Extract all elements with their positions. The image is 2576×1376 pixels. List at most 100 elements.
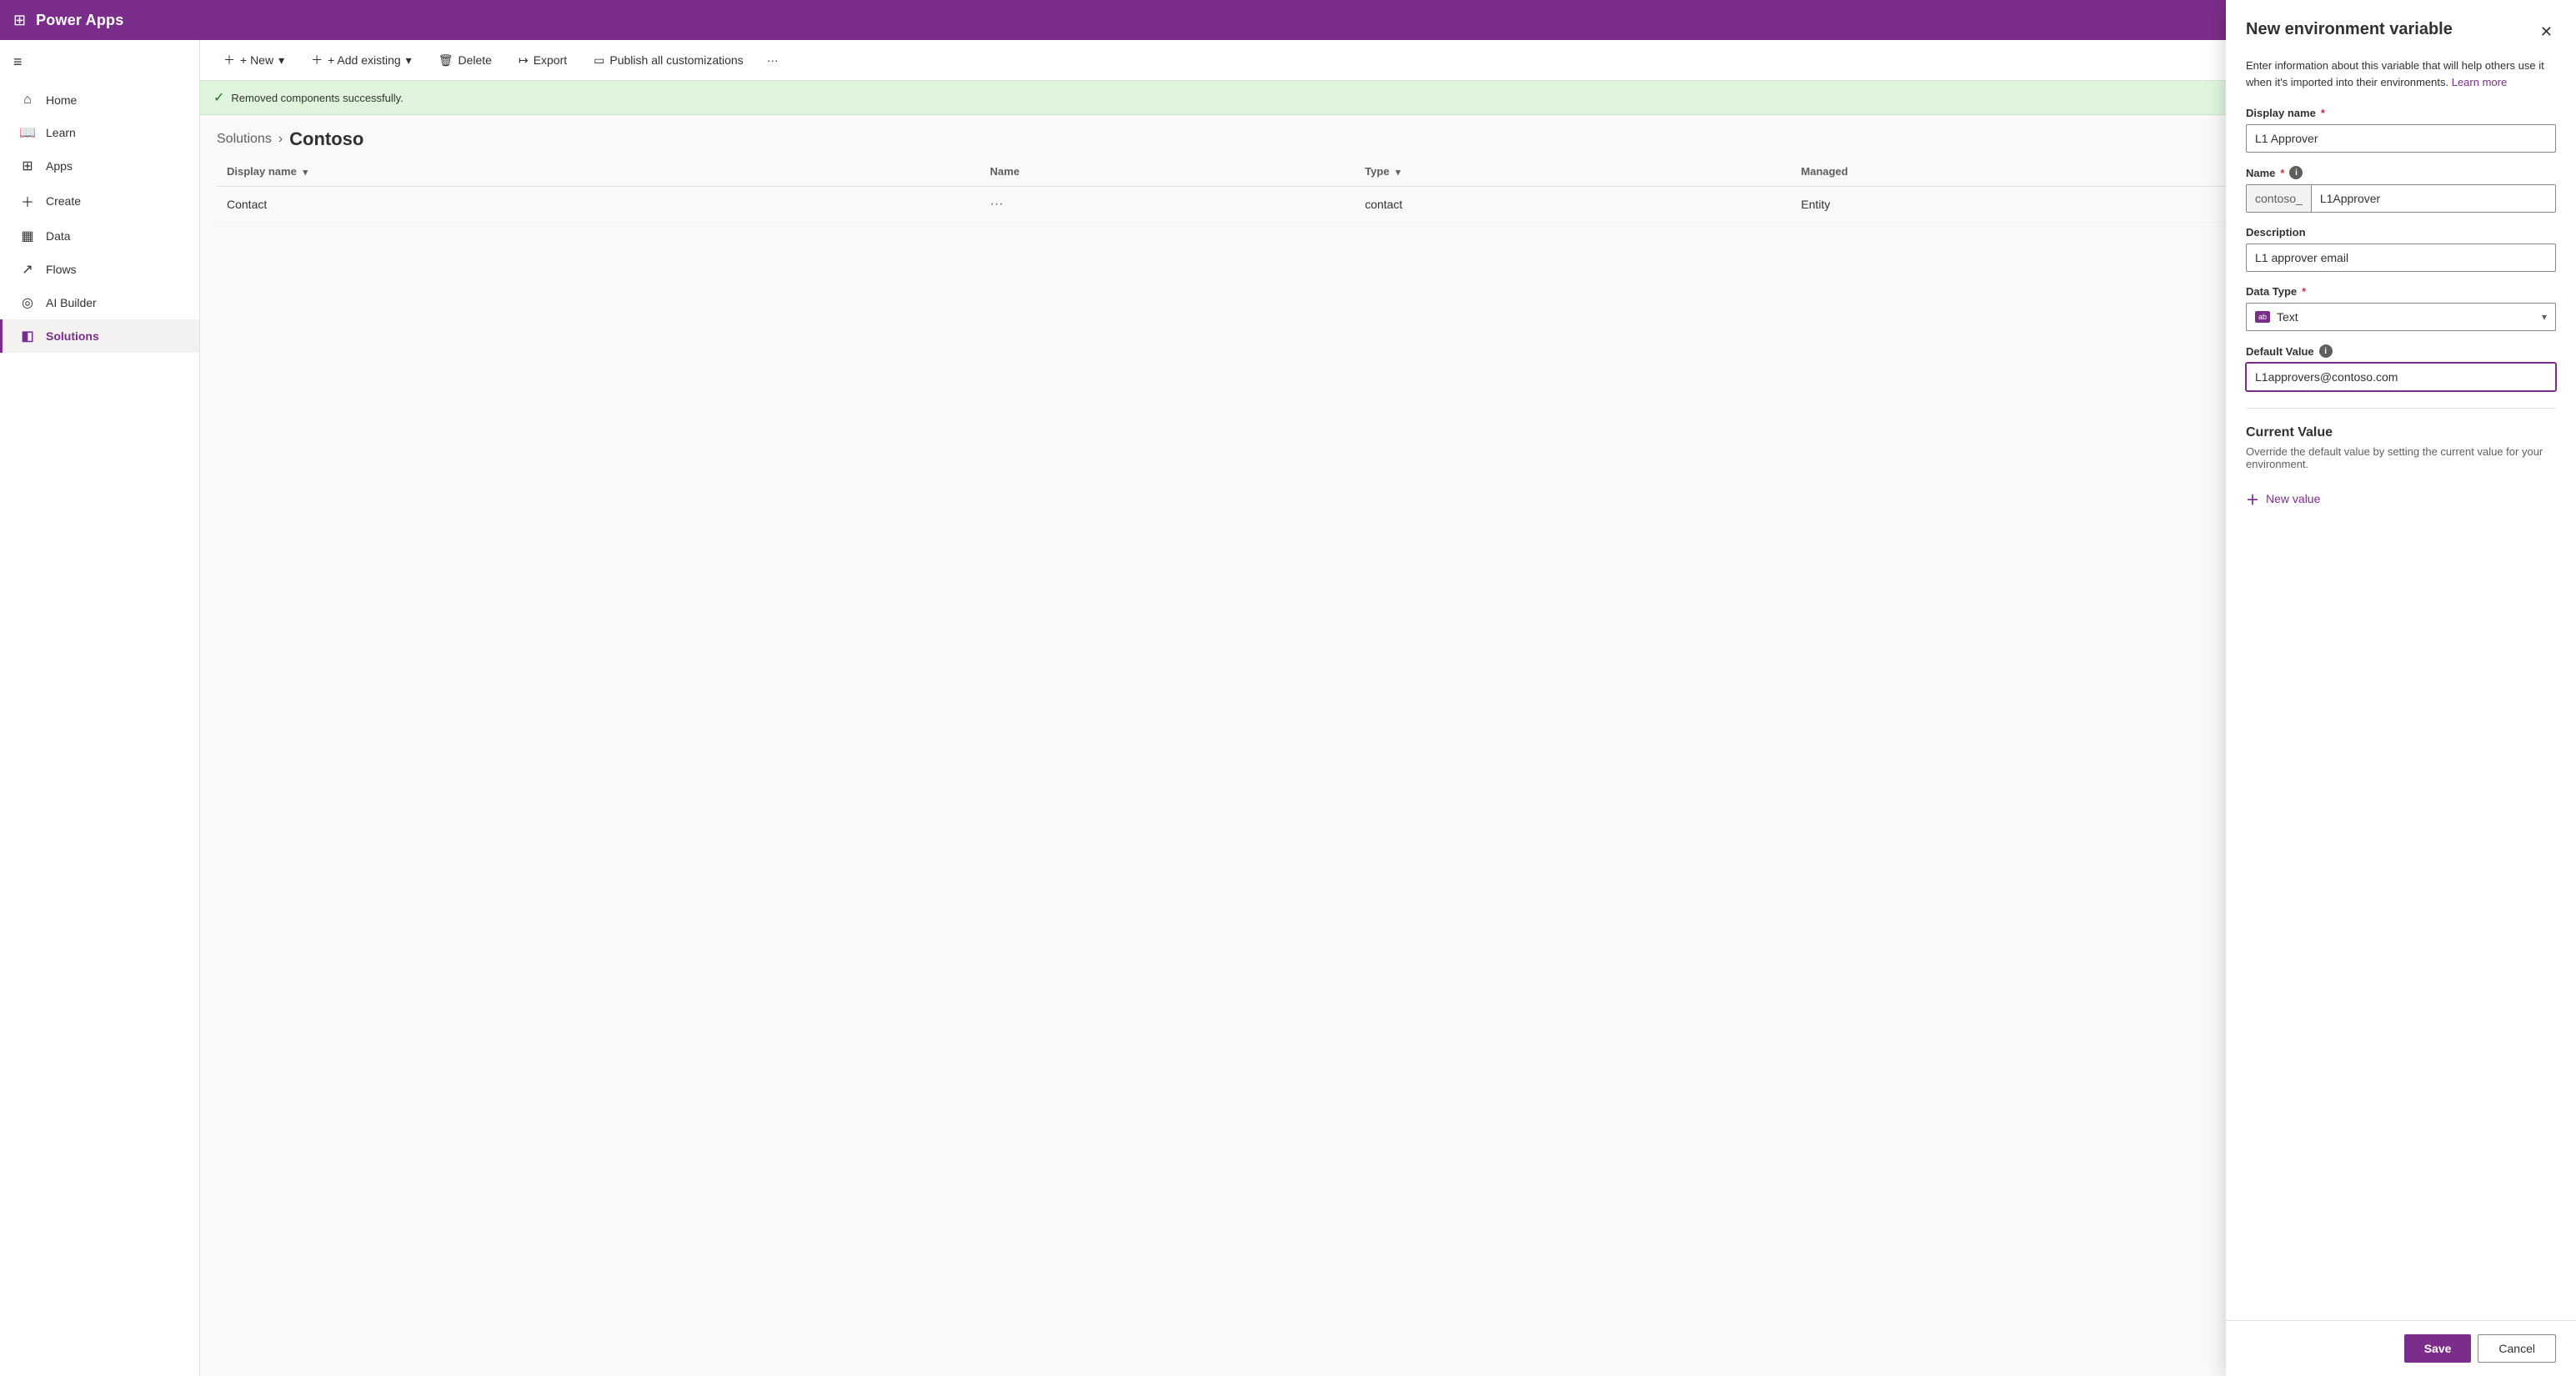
col-name: Name: [980, 157, 1356, 187]
delete-button[interactable]: 🗑 Delete: [428, 48, 502, 73]
sidebar-item-label-data: Data: [46, 229, 71, 243]
sidebar-item-learn[interactable]: 📖 Learn: [0, 116, 199, 149]
sidebar-item-label-create: Create: [46, 194, 81, 208]
col-type[interactable]: Type ▾: [1355, 157, 1791, 187]
home-icon: ⌂: [19, 93, 36, 108]
sidebar-item-solutions[interactable]: ◧ Solutions: [0, 319, 199, 353]
data-type-select[interactable]: ab Text ▾: [2246, 303, 2556, 331]
sidebar-item-home[interactable]: ⌂ Home: [0, 84, 199, 116]
new-label: + New: [240, 53, 273, 67]
row-actions-button[interactable]: ···: [990, 197, 1004, 211]
solutions-table: Display name ▾ Name Type ▾ Managed: [217, 157, 2559, 223]
sidebar-item-apps[interactable]: ⊞ Apps: [0, 149, 199, 183]
default-value-label-text: Default Value: [2246, 345, 2314, 358]
export-icon: ↦: [519, 53, 529, 68]
publish-label: Publish all customizations: [609, 53, 743, 67]
data-type-label-text: Data Type: [2246, 285, 2297, 298]
export-label: Export: [534, 53, 567, 67]
divider: [2246, 408, 2556, 409]
default-value-label: Default Value i: [2246, 344, 2556, 358]
current-value-title: Current Value: [2246, 425, 2556, 440]
add-new-value-button[interactable]: ＋ New value: [2246, 484, 2320, 514]
name-label: Name * i: [2246, 166, 2556, 179]
sidebar-item-flows[interactable]: ↗ Flows: [0, 253, 199, 286]
data-type-field: Data Type * ab Text ▾: [2246, 285, 2556, 331]
top-bar: ⊞ Power Apps Environment Contoso: [0, 0, 2576, 40]
sidebar: ≡ ⌂ Home 📖 Learn ⊞ Apps ＋ Create ▦ Data …: [0, 40, 200, 1376]
data-type-icon: ab: [2255, 311, 2270, 323]
row-display-name: Contact: [227, 198, 267, 211]
sort-display-name-icon: ▾: [303, 168, 308, 178]
save-button[interactable]: Save: [2404, 1334, 2472, 1363]
breadcrumb: Solutions › Contoso: [200, 115, 2576, 157]
solutions-icon: ◧: [19, 328, 36, 344]
row-type: Entity: [1801, 198, 1830, 211]
delete-trash-icon: 🗑: [439, 53, 454, 68]
row-name: contact: [1365, 198, 1402, 211]
grid-icon[interactable]: ⊞: [13, 12, 26, 29]
col-display-name-label: Display name: [227, 165, 297, 178]
success-banner: ✓ Removed components successfully.: [200, 81, 2576, 115]
data-icon: ▦: [19, 228, 36, 244]
learn-more-link[interactable]: Learn more: [2452, 76, 2507, 88]
publish-button[interactable]: ▭ Publish all customizations: [584, 48, 754, 73]
name-suffix-input[interactable]: [2312, 185, 2555, 212]
export-button[interactable]: ↦ Export: [509, 48, 577, 73]
default-value-field: Default Value i: [2246, 344, 2556, 391]
description-label-text: Description: [2246, 226, 2306, 239]
data-type-display-inner: ab Text: [2255, 310, 2298, 324]
name-required: *: [2280, 167, 2284, 179]
table-row: Contact ··· contact Entity 🔒: [217, 187, 2559, 223]
breadcrumb-solutions-link[interactable]: Solutions: [217, 132, 272, 147]
new-button[interactable]: ＋ + New ▾: [213, 47, 294, 73]
breadcrumb-current: Contoso: [289, 128, 363, 150]
sidebar-item-ai-builder[interactable]: ◎ AI Builder: [0, 286, 199, 319]
default-value-input[interactable]: [2246, 363, 2556, 391]
cell-display-name: Contact: [217, 187, 980, 223]
more-options-button[interactable]: ···: [760, 48, 785, 72]
display-name-input[interactable]: [2246, 124, 2556, 153]
description-label: Description: [2246, 226, 2556, 239]
sidebar-item-label-apps: Apps: [46, 159, 73, 173]
cancel-button[interactable]: Cancel: [2478, 1334, 2556, 1363]
sidebar-item-label-solutions: Solutions: [46, 329, 99, 343]
default-value-info-icon[interactable]: i: [2319, 344, 2333, 358]
learn-icon: 📖: [19, 124, 36, 141]
col-display-name[interactable]: Display name ▾: [217, 157, 980, 187]
panel-description: Enter information about this variable th…: [2246, 58, 2556, 90]
name-field: Name * i contoso_: [2246, 166, 2556, 213]
more-icon: ···: [767, 53, 779, 67]
add-existing-plus-icon: ＋: [311, 52, 323, 68]
panel-body: Enter information about this variable th…: [2226, 44, 2576, 1320]
sidebar-item-data[interactable]: ▦ Data: [0, 219, 199, 253]
data-type-required: *: [2302, 285, 2306, 298]
flows-icon: ↗: [19, 261, 36, 278]
add-existing-label: + Add existing: [328, 53, 401, 67]
apps-icon: ⊞: [19, 158, 36, 174]
sidebar-item-label-ai-builder: AI Builder: [46, 296, 97, 309]
add-existing-button[interactable]: ＋ + Add existing ▾: [301, 47, 422, 73]
display-name-required: *: [2321, 107, 2325, 119]
data-type-value: Text: [2277, 310, 2298, 324]
description-input[interactable]: [2246, 244, 2556, 272]
display-name-label-text: Display name: [2246, 107, 2316, 119]
description-field: Description: [2246, 226, 2556, 272]
ai-builder-icon: ◎: [19, 294, 36, 311]
data-type-chevron-icon: ▾: [2542, 311, 2547, 323]
display-name-field: Display name *: [2246, 107, 2556, 153]
add-existing-dropdown-icon: ▾: [406, 53, 412, 68]
main-layout: ≡ ⌂ Home 📖 Learn ⊞ Apps ＋ Create ▦ Data …: [0, 40, 2576, 1376]
name-prefix: contoso_: [2247, 185, 2312, 212]
app-title: Power Apps: [36, 12, 123, 29]
new-plus-icon: ＋: [223, 52, 235, 68]
plus-icon: ＋: [2246, 489, 2259, 509]
name-field-row: contoso_: [2246, 184, 2556, 213]
sidebar-toggle[interactable]: ≡: [0, 40, 199, 84]
name-label-text: Name: [2246, 167, 2275, 179]
sidebar-item-label-home: Home: [46, 93, 77, 107]
cell-type: Entity: [1791, 187, 2298, 223]
sidebar-item-create[interactable]: ＋ Create: [0, 183, 199, 219]
breadcrumb-separator: ›: [278, 132, 283, 147]
name-info-icon[interactable]: i: [2289, 166, 2303, 179]
sidebar-item-label-flows: Flows: [46, 263, 77, 276]
